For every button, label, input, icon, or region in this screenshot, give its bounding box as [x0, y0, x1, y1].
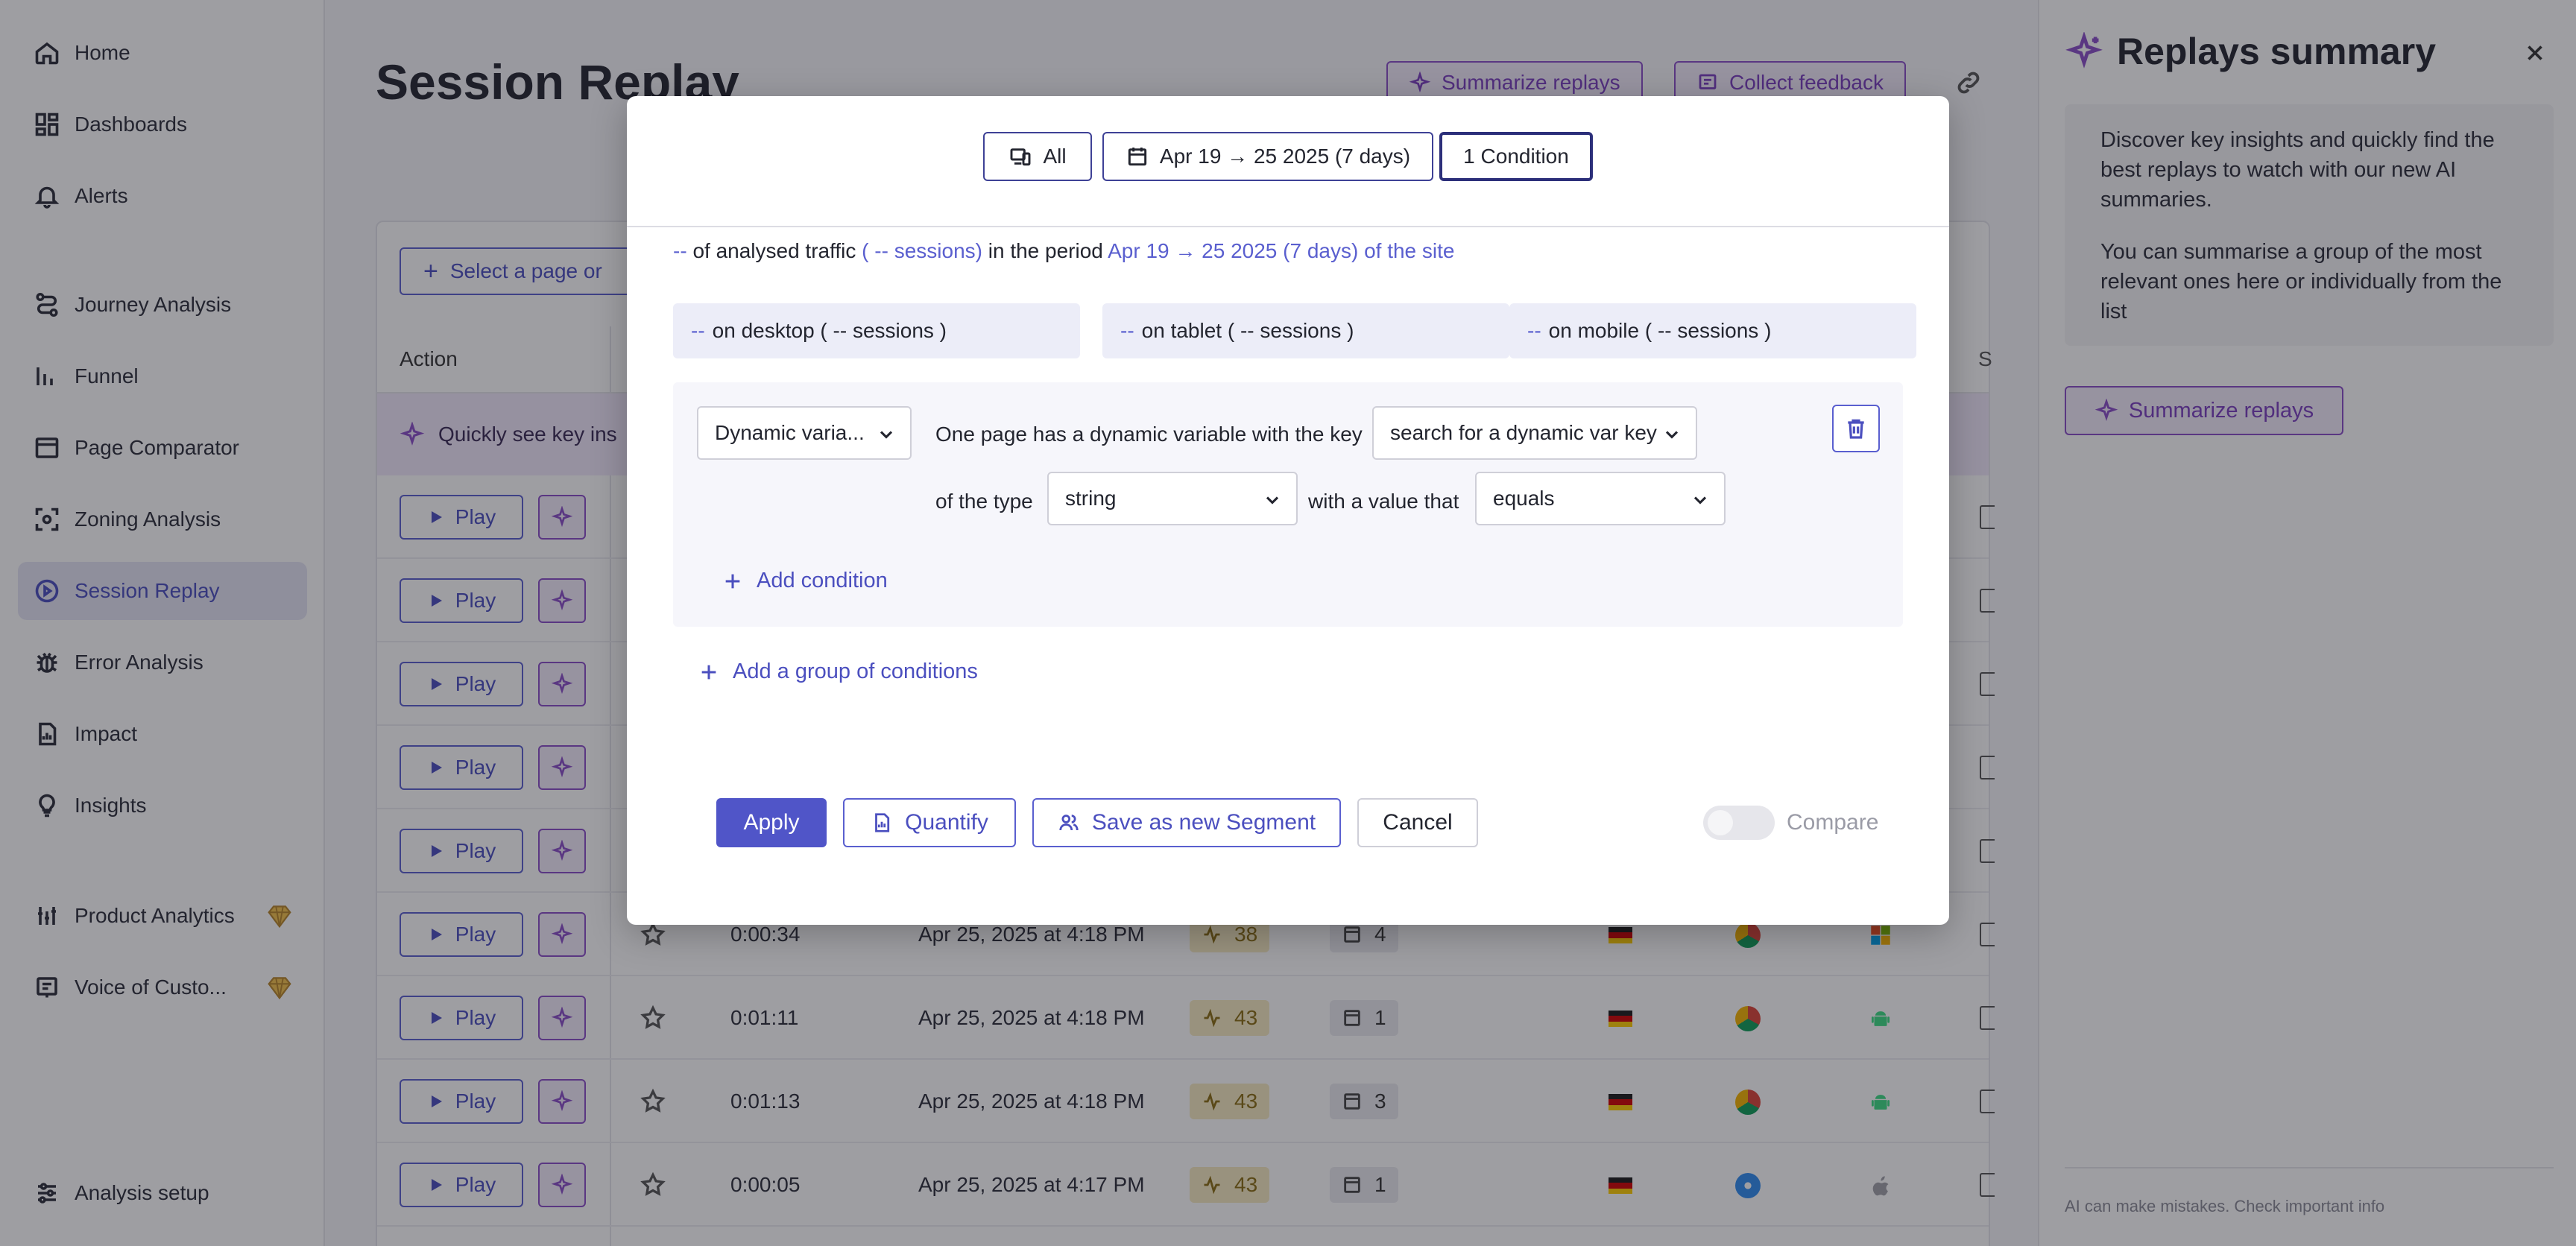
plus-icon — [725, 574, 740, 588]
trash-icon — [1848, 419, 1864, 439]
operator-value: equals — [1493, 487, 1555, 510]
condition-key-text: One page has a dynamic variable with the… — [935, 423, 1363, 446]
dynamic-var-key-select[interactable]: search for a dynamic var key — [1372, 406, 1697, 460]
mobile-stat: -- on mobile ( -- sessions ) — [1509, 303, 1916, 358]
traffic-text: of analysed traffic — [692, 239, 856, 262]
chevron-down-icon — [1262, 490, 1283, 510]
traffic-percent: -- — [673, 239, 687, 262]
segment-filter-modal: All Apr 19 → 25 2025 (7 days) 1 Conditio… — [627, 96, 1949, 925]
mobile-label: on mobile ( -- sessions ) — [1548, 319, 1772, 342]
condition-type-value: Dynamic varia... — [715, 421, 865, 444]
add-condition-button[interactable]: Add condition — [722, 569, 888, 593]
save-segment-button[interactable]: Save as new Segment — [1032, 798, 1341, 847]
tablet-percent: -- — [1120, 319, 1134, 342]
traffic-text: in the period — [988, 239, 1103, 262]
condition-value-text: with a value that — [1308, 490, 1459, 513]
plus-icon — [701, 665, 716, 679]
chevron-down-icon — [1690, 490, 1711, 510]
value-type-value: string — [1065, 487, 1117, 510]
date-range-label: Apr 19 → 25 2025 (7 days) — [1159, 145, 1411, 168]
devices-icon — [1010, 148, 1031, 166]
apply-label: Apply — [743, 810, 800, 835]
traffic-sessions: ( -- sessions) — [862, 239, 982, 262]
condition-group: Dynamic varia... One page has a dynamic … — [673, 382, 1903, 627]
add-group-label: Add a group of conditions — [733, 660, 978, 683]
delete-condition-button[interactable] — [1832, 405, 1880, 452]
value-type-select[interactable]: string — [1047, 472, 1298, 525]
quantify-label: Quantify — [905, 810, 988, 835]
cancel-label: Cancel — [1383, 810, 1453, 835]
chevron-down-icon — [876, 424, 897, 445]
modal-header: All Apr 19 → 25 2025 (7 days) 1 Conditio… — [627, 96, 1949, 227]
device-filter-label: All — [1043, 145, 1067, 168]
tablet-stat: -- on tablet ( -- sessions ) — [1102, 303, 1509, 358]
traffic-summary: -- of analysed traffic ( -- sessions) in… — [673, 239, 1454, 263]
condition-type-select[interactable]: Dynamic varia... — [697, 406, 912, 460]
mobile-percent: -- — [1527, 319, 1541, 342]
report-icon — [875, 813, 890, 832]
condition-chip-label: 1 Condition — [1463, 145, 1569, 168]
chevron-down-icon — [1661, 424, 1682, 445]
desktop-stat: -- on desktop ( -- sessions ) — [673, 303, 1080, 358]
traffic-period: Apr 19 → 25 2025 (7 days) of the site — [1108, 239, 1455, 262]
save-segment-label: Save as new Segment — [1091, 810, 1316, 835]
add-group-button[interactable]: Add a group of conditions — [698, 660, 978, 684]
desktop-percent: -- — [691, 319, 705, 342]
cancel-button[interactable]: Cancel — [1357, 798, 1478, 847]
apply-button[interactable]: Apply — [716, 798, 827, 847]
date-range-chip[interactable]: Apr 19 → 25 2025 (7 days) — [1102, 132, 1433, 181]
condition-type-text: of the type — [935, 490, 1033, 513]
quantify-button[interactable]: Quantify — [843, 798, 1016, 847]
users-icon — [1059, 815, 1079, 831]
tablet-label: on tablet ( -- sessions ) — [1141, 319, 1354, 342]
condition-chip[interactable]: 1 Condition — [1439, 132, 1593, 181]
compare-toggle[interactable] — [1703, 806, 1775, 840]
desktop-label: on desktop ( -- sessions ) — [712, 319, 947, 342]
device-filter-chip[interactable]: All — [983, 132, 1092, 181]
calendar-icon — [1128, 148, 1147, 166]
add-condition-label: Add condition — [757, 569, 888, 592]
operator-select[interactable]: equals — [1475, 472, 1726, 525]
dynamic-var-key-value: search for a dynamic var key — [1390, 421, 1657, 444]
compare-label: Compare — [1787, 810, 1879, 835]
